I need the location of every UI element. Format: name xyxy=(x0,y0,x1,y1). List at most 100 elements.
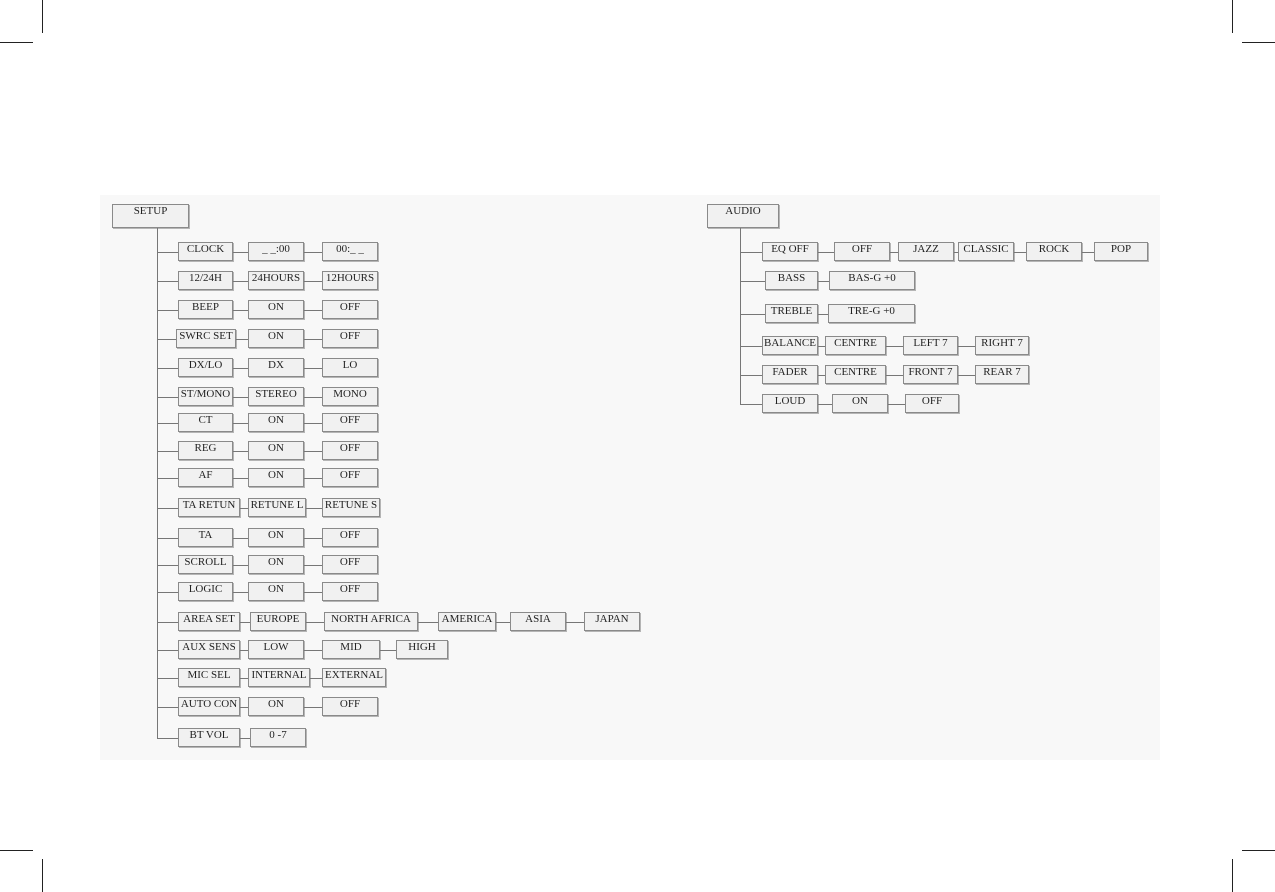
setup-menu-item: LOGIC xyxy=(178,582,233,601)
setup-option-box: OFF xyxy=(322,528,378,547)
setup-option-box: OFF xyxy=(322,555,378,574)
setup-connector-line xyxy=(310,678,322,679)
audio-option-box: ROCK xyxy=(1026,242,1082,261)
audio-connector-line xyxy=(818,314,828,315)
setup-branch-line xyxy=(157,368,178,369)
setup-option-box: _ _:00 xyxy=(248,242,304,261)
audio-branch-line xyxy=(740,404,762,405)
audio-menu-item: BALANCE xyxy=(762,336,818,355)
setup-option-box: ON xyxy=(248,413,304,432)
audio-option-box: RIGHT 7 xyxy=(975,336,1029,355)
setup-branch-line xyxy=(157,397,178,398)
setup-option-box: 12HOURS xyxy=(322,271,378,290)
audio-branch-line xyxy=(740,281,765,282)
setup-menu-item: BEEP xyxy=(178,300,233,319)
setup-menu-item: AREA SET xyxy=(178,612,240,631)
setup-branch-line xyxy=(157,707,178,708)
setup-connector-line xyxy=(233,252,248,253)
audio-branch-line xyxy=(740,375,762,376)
audio-option-box: CLASSIC xyxy=(958,242,1014,261)
setup-option-box: MONO xyxy=(322,387,378,406)
setup-branch-line xyxy=(157,252,178,253)
setup-branch-line xyxy=(157,538,178,539)
setup-connector-line xyxy=(233,538,248,539)
setup-menu-item: SCROLL xyxy=(178,555,233,574)
audio-menu-item: LOUD xyxy=(762,394,818,413)
crop-mark xyxy=(1242,42,1275,43)
crop-mark xyxy=(42,0,43,33)
setup-option-box: ON xyxy=(248,300,304,319)
setup-connector-line xyxy=(240,678,248,679)
setup-trunk-line xyxy=(157,228,158,738)
crop-mark xyxy=(1242,850,1275,851)
setup-menu-item: 12/24H xyxy=(178,271,233,290)
setup-option-box: LO xyxy=(322,358,378,377)
setup-menu-item: AF xyxy=(178,468,233,487)
setup-connector-line xyxy=(233,368,248,369)
setup-connector-line xyxy=(236,339,248,340)
setup-connector-line xyxy=(304,478,322,479)
setup-connector-line xyxy=(240,508,248,509)
setup-option-box: ON xyxy=(248,582,304,601)
setup-connector-line xyxy=(566,622,584,623)
setup-menu-item: TA xyxy=(178,528,233,547)
audio-menu-item: FADER xyxy=(762,365,818,384)
setup-option-box: JAPAN xyxy=(584,612,640,631)
audio-option-box: FRONT 7 xyxy=(903,365,958,384)
crop-mark xyxy=(1232,0,1233,33)
setup-connector-line xyxy=(233,478,248,479)
setup-menu-item: DX/LO xyxy=(178,358,233,377)
setup-branch-line xyxy=(157,678,178,679)
audio-option-box: CENTRE xyxy=(825,365,886,384)
setup-connector-line xyxy=(233,423,248,424)
audio-connector-line xyxy=(818,252,834,253)
setup-option-box: OFF xyxy=(322,329,378,348)
audio-option-box: BAS-G +0 xyxy=(829,271,915,290)
setup-menu-item: REG xyxy=(178,441,233,460)
setup-connector-line xyxy=(304,252,322,253)
setup-branch-line xyxy=(157,738,178,739)
setup-branch-line xyxy=(157,565,178,566)
setup-option-box: 24HOURS xyxy=(248,271,304,290)
setup-option-box: OFF xyxy=(322,300,378,319)
setup-option-box: DX xyxy=(248,358,304,377)
setup-option-box: OFF xyxy=(322,697,378,716)
audio-option-box: ON xyxy=(832,394,888,413)
setup-root-box: SETUP xyxy=(112,204,189,228)
crop-mark xyxy=(0,42,33,43)
audio-trunk-line xyxy=(740,228,741,404)
setup-option-box: 0 -7 xyxy=(250,728,306,747)
setup-branch-line xyxy=(157,622,178,623)
setup-menu-item: AUX SENS xyxy=(178,640,240,659)
audio-menu-item: TREBLE xyxy=(765,304,818,323)
setup-menu-item: AUTO CON xyxy=(178,697,240,716)
audio-option-box: TRE-G +0 xyxy=(828,304,915,323)
setup-menu-item: SWRC SET xyxy=(176,329,236,348)
audio-connector-line xyxy=(818,404,832,405)
setup-menu-item: BT VOL xyxy=(178,728,240,747)
setup-connector-line xyxy=(304,310,322,311)
setup-connector-line xyxy=(304,592,322,593)
setup-option-box: RETUNE L xyxy=(248,498,306,517)
setup-option-box: ON xyxy=(248,468,304,487)
setup-option-box: ON xyxy=(248,555,304,574)
setup-option-box: AMERICA xyxy=(438,612,496,631)
setup-connector-line xyxy=(304,397,322,398)
setup-option-box: RETUNE S xyxy=(322,498,380,517)
setup-connector-line xyxy=(304,565,322,566)
audio-connector-line xyxy=(958,346,975,347)
setup-option-box: ON xyxy=(248,441,304,460)
setup-branch-line xyxy=(157,310,178,311)
setup-connector-line xyxy=(233,310,248,311)
setup-menu-item: TA RETUN xyxy=(178,498,240,517)
setup-connector-line xyxy=(233,592,248,593)
audio-option-box: CENTRE xyxy=(825,336,886,355)
audio-option-box: OFF xyxy=(905,394,959,413)
setup-connector-line xyxy=(240,707,248,708)
setup-option-box: HIGH xyxy=(396,640,448,659)
setup-connector-line xyxy=(240,738,250,739)
audio-root-box: AUDIO xyxy=(707,204,779,228)
setup-connector-line xyxy=(233,397,248,398)
audio-connector-line xyxy=(890,252,898,253)
setup-option-box: OFF xyxy=(322,468,378,487)
